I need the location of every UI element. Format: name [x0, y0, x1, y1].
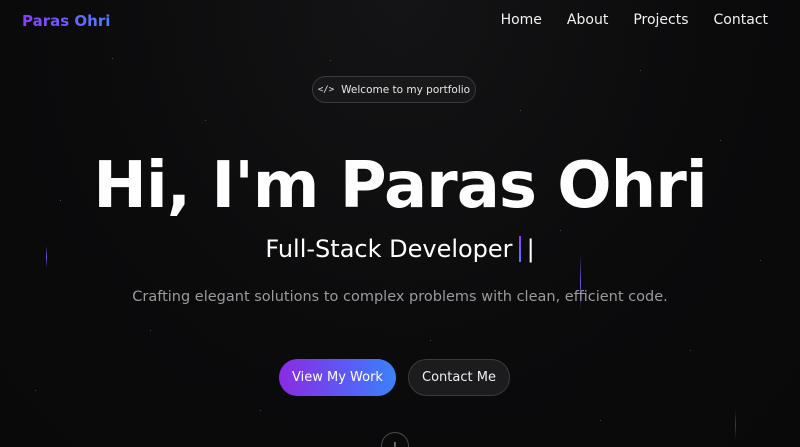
site-logo[interactable]: Paras Ohri	[22, 12, 110, 30]
typing-caret	[518, 236, 521, 262]
hero-title: Hi, I'm Paras Ohri	[93, 149, 707, 223]
welcome-badge: </> Welcome to my portfolio	[312, 76, 476, 103]
typing-cursor: |	[526, 235, 535, 263]
nav-link-contact[interactable]: Contact	[714, 12, 768, 28]
code-icon: </>	[317, 84, 335, 95]
arrow-down-icon: ↓	[390, 440, 400, 447]
welcome-badge-text: Welcome to my portfolio	[341, 83, 471, 96]
role-text: Full-Stack Developer	[265, 235, 513, 263]
nav-links: Home About Projects Contact	[501, 12, 768, 28]
nav-link-about[interactable]: About	[567, 12, 608, 28]
nav-link-projects[interactable]: Projects	[633, 12, 688, 28]
hero-page: Paras Ohri Home About Projects Contact <…	[0, 0, 800, 447]
hero-tagline: Crafting elegant solutions to complex pr…	[132, 289, 668, 305]
view-my-work-button[interactable]: View My Work	[279, 359, 396, 396]
nav-link-home[interactable]: Home	[501, 12, 542, 28]
scroll-down-button[interactable]: ↓	[381, 432, 409, 447]
light-streak-bottom	[735, 410, 736, 440]
hero-subtitle: Full-Stack Developer |	[0, 233, 800, 265]
top-nav: Paras Ohri Home About Projects Contact	[0, 0, 800, 44]
contact-me-button[interactable]: Contact Me	[408, 359, 510, 396]
